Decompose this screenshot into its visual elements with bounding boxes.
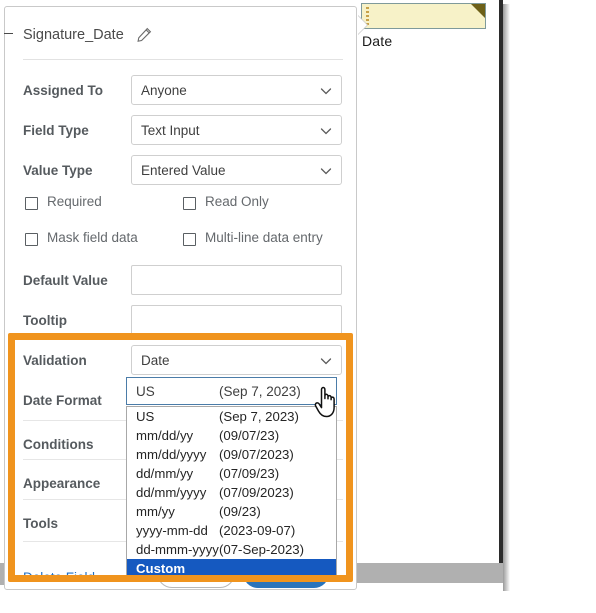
select-date-format[interactable]: US (Sep 7, 2023) [126,377,337,405]
dropdown-option-mm-yy[interactable]: mm/yy (09/23) [127,502,336,521]
select-field-type[interactable]: Text Input [131,115,342,145]
checkbox-mask-field-data[interactable] [25,233,38,246]
input-default-value[interactable] [131,265,342,295]
date-format-dropdown-list[interactable]: US (Sep 7, 2023) mm/dd/yy (09/07/23) mm/… [126,406,337,579]
select-date-format-sample: (Sep 7, 2023) [219,383,301,399]
option-key: mm/dd/yyyy [136,447,207,462]
dropdown-option-us[interactable]: US (Sep 7, 2023) [127,407,336,426]
option-key: dd-mmm-yyyy [136,542,219,557]
chevron-down-icon [320,128,332,135]
dropdown-option-yyyy-mm-dd[interactable]: yyyy-mm-dd (2023-09-07) [127,521,336,540]
dropdown-option-dd-mmm-yyyy[interactable]: dd-mmm-yyyy (07-Sep-2023) [127,540,336,559]
select-assigned-to[interactable]: Anyone [131,75,342,105]
dropdown-option-mm-dd-yyyy[interactable]: mm/dd/yyyy (09/07/2023) [127,445,336,464]
row-default-value: Default Value [23,265,343,295]
row-validation: Validation Date [23,345,343,375]
dropdown-option-mm-dd-yy[interactable]: mm/dd/yy (09/07/23) [127,426,336,445]
option-sample: (09/07/23) [219,428,280,443]
option-sample: (09/23) [219,504,261,519]
checkbox-multi-line-label: Multi-line data entry [205,230,323,245]
option-key: yyyy-mm-dd [136,523,208,538]
chevron-down-icon [320,168,332,175]
date-form-field-label: Date [362,33,393,49]
select-date-format-key: US [136,383,155,399]
option-key: US [136,409,155,424]
title-divider [23,59,343,60]
checkbox-read-only-label: Read Only [205,194,269,209]
select-validation-value: Date [141,352,170,368]
pencil-icon[interactable] [136,27,152,43]
option-sample: (07-Sep-2023) [219,542,305,557]
checkbox-required-label: Required [47,194,102,209]
checkbox-required[interactable] [25,197,38,210]
option-sample: (07/09/23) [219,466,280,481]
screenshot-root: Date Signature_Date Assigned To Anyone F… [0,0,596,613]
chevron-down-icon [320,88,332,95]
document-shadow [503,4,510,591]
option-sample: (09/07/2023) [219,447,294,462]
option-key: mm/yy [136,504,175,519]
chevron-down-icon [320,358,332,365]
field-corner-marker-icon [471,4,485,18]
dropdown-option-dd-mm-yy[interactable]: dd/mm/yy (07/09/23) [127,464,336,483]
checkbox-row-1: Required Read Only [23,193,343,215]
label-value-type: Value Type [23,162,93,178]
select-field-type-value: Text Input [141,122,200,138]
option-key: Custom [136,561,186,576]
document-bottom-band [357,563,503,583]
label-assigned-to: Assigned To [23,82,104,98]
panel-title-row: Signature_Date [23,27,152,43]
label-default-value: Default Value [23,272,108,288]
select-value-type[interactable]: Entered Value [131,155,342,185]
checkbox-multi-line[interactable] [183,233,196,246]
option-key: mm/dd/yy [136,428,194,443]
label-field-type: Field Type [23,122,89,138]
option-key: dd/mm/yyyy [136,485,207,500]
dropdown-option-custom[interactable]: Custom [127,559,336,578]
input-tooltip[interactable] [131,305,342,335]
row-field-type: Field Type Text Input [23,115,343,145]
select-validation[interactable]: Date [131,345,342,375]
date-form-field[interactable] [361,3,486,29]
panel-tail-right [357,15,367,35]
label-validation: Validation [23,352,87,368]
option-key: dd/mm/yy [136,466,194,481]
label-tooltip: Tooltip [23,312,67,328]
pointing-hand-cursor [314,386,335,418]
select-value-type-value: Entered Value [141,162,226,178]
panel-tail-left [4,33,13,34]
checkbox-read-only[interactable] [183,197,196,210]
row-assigned-to: Assigned To Anyone [23,75,343,105]
option-sample: (2023-09-07) [219,523,296,538]
select-assigned-to-value: Anyone [141,82,187,98]
option-sample: (07/09/2023) [219,485,294,500]
field-name-title: Signature_Date [23,27,124,43]
checkbox-row-2: Mask field data Multi-line data entry [23,229,343,251]
option-sample: (Sep 7, 2023) [219,409,299,424]
delete-field-link[interactable]: Delete Field [23,570,95,585]
row-tooltip: Tooltip [23,305,343,335]
dropdown-option-dd-mm-yyyy[interactable]: dd/mm/yyyy (07/09/2023) [127,483,336,502]
document-page [357,0,503,583]
row-value-type: Value Type Entered Value [23,155,343,185]
checkbox-mask-field-data-label: Mask field data [47,230,138,245]
